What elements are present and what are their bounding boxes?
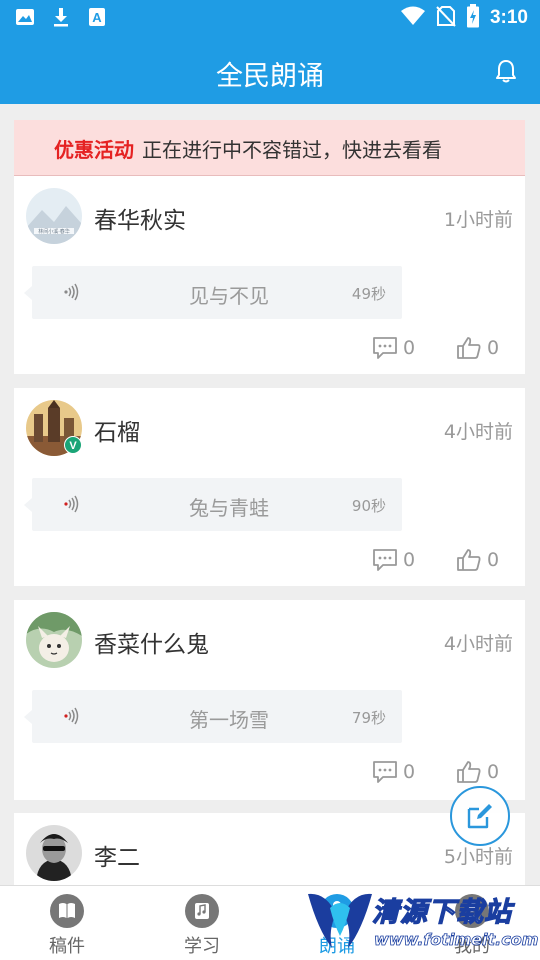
wifi-icon (400, 6, 426, 30)
avatar-caption: 林间小溪·春华 (38, 228, 70, 235)
post-card[interactable]: 香菜什么鬼 4小时前 第一场雪 79秒 0 0 (14, 600, 525, 800)
comment-count: 0 (403, 337, 416, 359)
battery-charging-icon (466, 4, 480, 32)
verified-badge-label: V (69, 440, 77, 452)
status-right-icons: 3:10 (400, 4, 528, 32)
bell-icon[interactable] (494, 58, 518, 84)
post-time: 4小时前 (443, 421, 513, 443)
page-title: 全民朗诵 (216, 61, 324, 92)
comment-button[interactable]: 0 (372, 548, 415, 572)
nav-label: 稿件 (49, 936, 85, 957)
compose-button[interactable] (450, 786, 510, 846)
microphone-icon (320, 894, 354, 928)
nav-label: 朗诵 (319, 936, 355, 957)
post-time: 1小时前 (443, 209, 513, 231)
like-button[interactable]: 0 (456, 548, 499, 572)
svg-text:A: A (92, 10, 102, 25)
thumbs-up-icon (457, 549, 481, 571)
status-bar: A 3:10 (0, 0, 540, 36)
avatar[interactable] (26, 612, 82, 668)
nav-item-mine[interactable]: 我的 (422, 894, 522, 958)
post-time: 5小时前 (443, 846, 513, 868)
comment-button[interactable]: 0 (372, 760, 415, 784)
status-time: 3:10 (489, 7, 528, 28)
post-actions: 0 0 (14, 760, 525, 790)
post-card[interactable]: V 石榴 4小时前 兔与青蛙 90秒 0 0 (14, 388, 525, 586)
audio-player[interactable]: 第一场雪 79秒 (24, 690, 402, 743)
post-actions: 0 0 (14, 336, 525, 366)
status-left-icons: A (14, 6, 108, 28)
verified-badge-icon: V (64, 436, 82, 454)
thumbs-up-icon (457, 761, 481, 783)
post-time: 4小时前 (443, 633, 513, 655)
like-button[interactable]: 0 (456, 760, 499, 784)
audio-player[interactable]: 见与不见 49秒 (24, 266, 402, 319)
comment-count: 0 (403, 549, 416, 571)
like-count: 0 (487, 337, 500, 359)
promo-banner[interactable]: 优惠活动 正在进行中不容错过，快进去看看 (14, 120, 525, 176)
comment-button[interactable]: 0 (372, 336, 415, 360)
comment-icon (373, 337, 397, 359)
nav-item-study[interactable]: 学习 (152, 894, 252, 958)
post-card[interactable]: 林间小溪·春华 春华秋实 1小时前 见与不见 49秒 0 0 (14, 176, 525, 374)
bottom-nav: 稿件 学习 朗诵 我的 (0, 885, 540, 960)
avatar[interactable] (26, 825, 82, 881)
like-count: 0 (487, 761, 500, 783)
nav-label: 学习 (184, 936, 220, 957)
no-sim-icon (436, 5, 456, 31)
audio-duration: 49秒 (351, 285, 386, 303)
comment-count: 0 (403, 761, 416, 783)
promo-text: 正在进行中不容错过，快进去看看 (142, 138, 442, 162)
comment-icon (373, 549, 397, 571)
user-name[interactable]: 石榴 (94, 413, 140, 447)
nav-label: 我的 (454, 936, 490, 957)
image-icon (14, 6, 36, 28)
post-card[interactable]: 李二 5小时前 (14, 813, 525, 893)
post-actions: 0 0 (14, 548, 525, 578)
thumbs-up-icon (457, 337, 481, 359)
audio-duration: 90秒 (351, 497, 386, 515)
book-icon (50, 894, 84, 928)
app-bar: 全民朗诵 (0, 36, 540, 104)
like-count: 0 (487, 549, 500, 571)
user-name[interactable]: 李二 (94, 838, 140, 872)
music-note-icon (185, 894, 219, 928)
user-name[interactable]: 香菜什么鬼 (94, 625, 209, 659)
audio-duration: 79秒 (351, 709, 386, 727)
user-name[interactable]: 春华秋实 (94, 201, 186, 235)
nav-item-manuscripts[interactable]: 稿件 (17, 894, 117, 958)
avatar[interactable]: 林间小溪·春华 (26, 188, 82, 244)
audio-player[interactable]: 兔与青蛙 90秒 (24, 478, 402, 531)
download-icon (50, 6, 72, 28)
promo-tag: 优惠活动 (54, 138, 134, 162)
nav-item-recite[interactable]: 朗诵 (287, 894, 387, 958)
edit-icon (467, 804, 492, 829)
comment-icon (373, 761, 397, 783)
person-icon (455, 894, 489, 928)
like-button[interactable]: 0 (456, 336, 499, 360)
app-a-icon: A (86, 6, 108, 28)
